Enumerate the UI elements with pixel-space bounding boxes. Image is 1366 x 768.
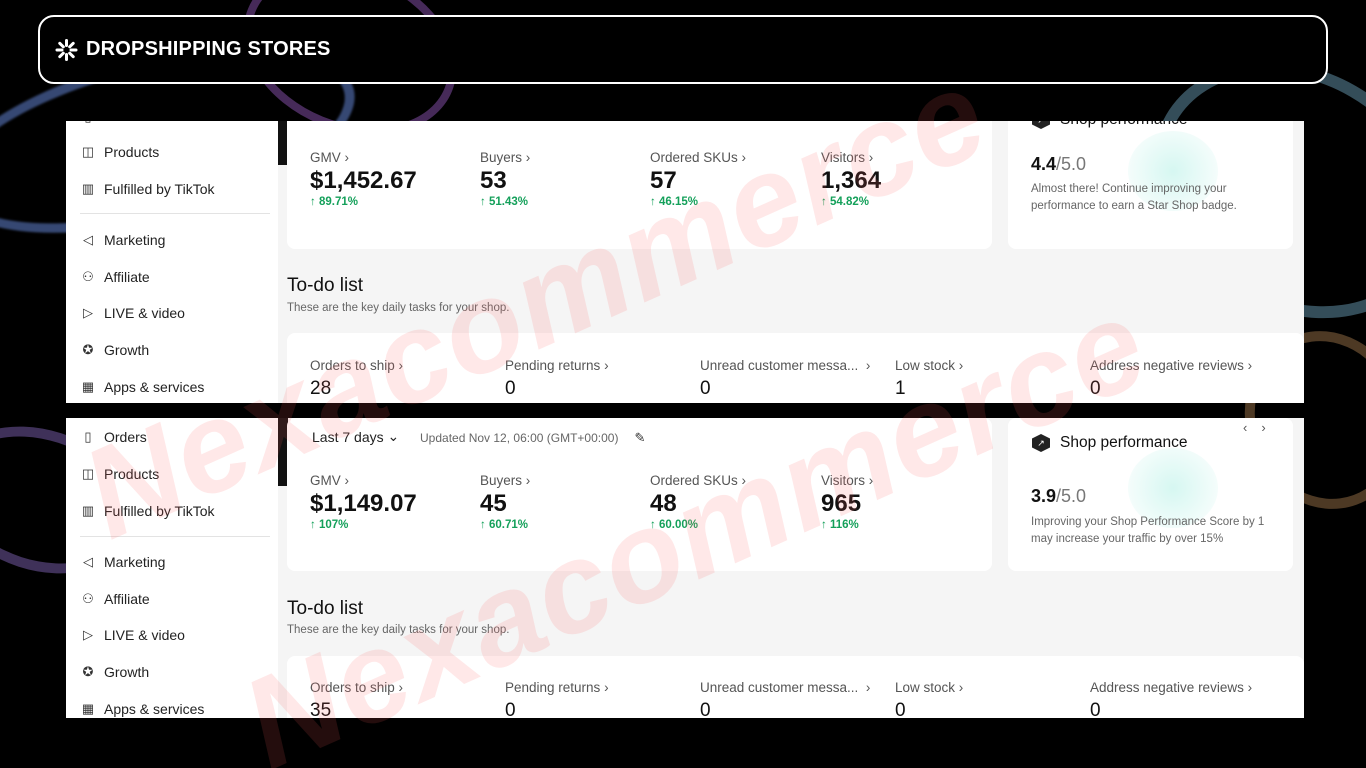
grid-icon: ▦	[81, 701, 95, 716]
box-icon: ◫	[81, 144, 95, 159]
chevron-left-icon[interactable]: ‹	[1243, 420, 1261, 435]
shop-performance-text: Improving your Shop Performance Score by…	[1031, 516, 1265, 545]
people-icon: ⚇	[82, 591, 94, 606]
video-icon: ▷	[83, 305, 93, 320]
warehouse-icon: ▥	[81, 181, 95, 196]
sidebar-item-growth[interactable]: ✪ Growth	[80, 662, 150, 682]
shop-performance-card[interactable]: ↗Shop performance 4.4/5.0 Almost there! …	[1008, 121, 1293, 249]
todo-subtitle: These are the key daily tasks for your s…	[287, 624, 510, 636]
dashboard-screenshot-bottom: ▯ Orders ◫ Products ▥ Fulfilled by TikTok ◁…	[66, 418, 1304, 718]
todo-title: To-do list	[287, 598, 364, 619]
sidebar-item-affiliate[interactable]: ⚇ Affiliate	[80, 267, 150, 287]
metrics-card: Last 7 days ⌄ Updated Nov 12, 06:00 (GMT…	[287, 418, 992, 571]
shop-performance-title: ↗Shop performance	[1032, 434, 1188, 452]
clipboard-icon: ▯	[84, 429, 92, 444]
todo-pending-returns[interactable]: Pending returns › 0	[505, 358, 609, 400]
divider	[80, 536, 270, 537]
banner-title: DROPSHIPPING STORES	[86, 38, 331, 60]
screenshot-stage: DROPSHIPPING STORES ▯ ◫Products ▥Fulfill…	[0, 0, 1366, 768]
grid-icon: ▦	[81, 379, 95, 394]
sidebar-item-fulfilled[interactable]: ▥ Fulfilled by TikTok	[80, 179, 215, 199]
clipboard-icon: ▯	[80, 121, 96, 125]
metric-gmv[interactable]: GMV › $1,452.67 ↑ 89.71%	[310, 150, 417, 208]
todo-orders-to-ship[interactable]: Orders to ship › 28	[310, 358, 403, 400]
sidebar-item-affiliate[interactable]: ⚇ Affiliate	[80, 589, 150, 609]
todo-card: Orders to ship › 28 Pending returns › 0 Un…	[287, 333, 1304, 403]
sidebar-item-marketing[interactable]: ◁ Marketing	[80, 230, 165, 250]
metric-buyers[interactable]: Buyers › 53 ↑ 51.43%	[480, 150, 530, 208]
todo-low-stock[interactable]: Low stock › 1	[895, 358, 963, 400]
people-icon: ⚇	[82, 269, 94, 284]
video-icon: ▷	[83, 627, 93, 642]
medal-icon: ✪	[82, 664, 94, 679]
sidebar-item-growth[interactable]: ✪ Growth	[80, 340, 150, 360]
sidebar-item-apps-services[interactable]: ▦ Apps & services	[80, 699, 205, 718]
shop-performance-icon: ↗	[1032, 121, 1050, 129]
divider	[80, 213, 270, 214]
carousel-arrows[interactable]: ‹›	[1243, 420, 1280, 435]
sidebar-item-marketing[interactable]: ◁ Marketing	[80, 552, 165, 572]
chevron-down-icon: ⌄	[387, 428, 400, 444]
box-icon: ◫	[81, 466, 95, 481]
sidebar-item-products[interactable]: ◫ Products	[80, 142, 159, 162]
todo-negative-reviews[interactable]: Address negative reviews › 0	[1090, 680, 1252, 718]
sidebar-item-orders[interactable]: ▯ Orders	[80, 427, 146, 447]
sidebar-item-products[interactable]: ◫ Products	[80, 464, 159, 484]
date-range-dropdown[interactable]: Last 7 days ⌄	[312, 428, 399, 445]
shop-performance-icon: ↗	[1032, 434, 1050, 452]
metric-ordered-skus[interactable]: Ordered SKUs › 48 ↑ 60.00%	[650, 473, 746, 531]
sunburst-icon	[54, 38, 78, 62]
shop-performance-text: Almost there! Continue improving your pe…	[1031, 183, 1237, 212]
header-banner: DROPSHIPPING STORES	[38, 15, 1328, 84]
todo-subtitle: These are the key daily tasks for your s…	[287, 302, 510, 314]
metric-gmv[interactable]: GMV › $1,149.07 ↑ 107%	[310, 473, 417, 531]
sidebar: ▯ ◫Products ▥Fulfilled by TikTok ◁Market…	[66, 121, 278, 403]
sidebar-item-apps-services[interactable]: ▦ Apps & services	[80, 377, 205, 397]
todo-negative-reviews[interactable]: Address negative reviews › 0	[1090, 358, 1252, 400]
todo-unread-messages[interactable]: Unread customer messa... › 0	[700, 680, 870, 718]
shop-performance-title: ↗Shop performance	[1032, 121, 1188, 129]
updated-timestamp: Updated Nov 12, 06:00 (GMT+00:00) ✎	[420, 430, 646, 446]
metric-buyers[interactable]: Buyers › 45 ↑ 60.71%	[480, 473, 530, 531]
dashboard-screenshot-top: ▯ ◫Products ▥Fulfilled by TikTok ◁Market…	[66, 121, 1304, 403]
todo-pending-returns[interactable]: Pending returns › 0	[505, 680, 609, 718]
shop-performance-score: 4.4/5.0	[1031, 154, 1087, 174]
todo-card: Orders to ship › 35 Pending returns › 0 Un…	[287, 656, 1304, 718]
metric-visitors[interactable]: Visitors › 1,364 ↑ 54.82%	[821, 150, 881, 208]
chevron-right-icon[interactable]: ›	[1261, 420, 1279, 435]
sidebar-item-live-video[interactable]: ▷ LIVE & video	[80, 625, 185, 645]
sidebar: ▯ Orders ◫ Products ▥ Fulfilled by TikTok ◁…	[66, 418, 278, 718]
edit-icon[interactable]: ✎	[634, 430, 645, 446]
todo-title: To-do list	[287, 275, 364, 296]
sidebar-item-live-video[interactable]: ▷ LIVE & video	[80, 303, 185, 323]
todo-unread-messages[interactable]: Unread customer messa... › 0	[700, 358, 870, 400]
todo-low-stock[interactable]: Low stock › 0	[895, 680, 963, 718]
medal-icon: ✪	[82, 342, 94, 357]
sidebar-item-orders[interactable]: ▯	[80, 121, 104, 127]
metrics-card: GMV › $1,452.67 ↑ 89.71% Buyers › 53 ↑ 5…	[287, 121, 992, 249]
warehouse-icon: ▥	[81, 503, 95, 518]
shop-performance-card[interactable]: ‹› ↗ Shop performance 3.9/5.0 Improving y…	[1008, 418, 1293, 571]
metric-ordered-skus[interactable]: Ordered SKUs › 57 ↑ 46.15%	[650, 150, 746, 208]
sidebar-item-fulfilled[interactable]: ▥ Fulfilled by TikTok	[80, 501, 215, 521]
todo-orders-to-ship[interactable]: Orders to ship › 35	[310, 680, 403, 718]
megaphone-icon: ◁	[83, 554, 93, 569]
metric-visitors[interactable]: Visitors › 965 ↑ 116%	[821, 473, 873, 531]
megaphone-icon: ◁	[83, 232, 93, 247]
shop-performance-score: 3.9/5.0	[1031, 486, 1087, 506]
